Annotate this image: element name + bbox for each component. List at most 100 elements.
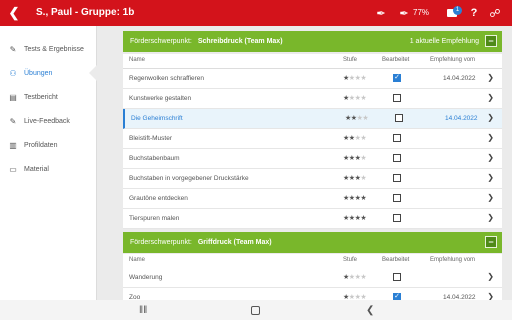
exercise-name: Buchstabenbaum xyxy=(129,155,180,162)
col-level: Stufe xyxy=(343,257,358,263)
exercise-name: Grautöne entdecken xyxy=(129,195,188,202)
system-nav-bar: ‖‖ ❮ xyxy=(0,300,512,320)
exercise-list: Förderschwerpunkt: Schreibdruck (Team Ma… xyxy=(97,26,512,300)
level-stars: ★★★★ xyxy=(343,94,367,102)
level-stars: ★★★★ xyxy=(343,293,367,300)
sidebar-item-tests[interactable]: ✎ Tests & Ergebnisse xyxy=(0,39,97,59)
section-label: Förderschwerpunkt: xyxy=(130,239,192,246)
done-checkbox[interactable]: ✓ xyxy=(393,74,401,82)
table-row[interactable]: Zoo ★★★★ ✓ 14.04.2022 ❯ xyxy=(123,288,502,300)
sidebar-item-label: Live-Feedback xyxy=(24,117,70,125)
col-done: Bearbeitet xyxy=(382,57,410,63)
table-row[interactable]: Grautöne entdecken ★★★★ ❯ xyxy=(123,189,502,209)
table-row[interactable]: Wanderung ★★★★ ❯ xyxy=(123,268,502,288)
star-icon: ★ xyxy=(360,175,367,182)
done-checkbox[interactable] xyxy=(395,114,403,122)
recents-icon: ‖‖ xyxy=(139,304,148,316)
recommendation-count: 1 aktuelle Empfehlung xyxy=(409,38,479,45)
section-header-schreibdruck[interactable]: Förderschwerpunkt: Schreibdruck (Team Ma… xyxy=(123,31,502,52)
link-icon: ☍ xyxy=(489,7,501,20)
done-checkbox[interactable] xyxy=(393,273,401,281)
chevron-right-icon[interactable]: ❯ xyxy=(487,113,494,122)
sidebar-item-profildaten[interactable]: ▥ Profildaten xyxy=(0,135,97,155)
table-row[interactable]: Regenwolken schraffieren ★★★★ ✓ 14.04.2022 ❯ xyxy=(123,69,502,89)
chevron-right-icon[interactable]: ❯ xyxy=(487,153,494,162)
sidebar-item-live-feedback[interactable]: ✎ Live-Feedback xyxy=(0,111,97,131)
back-button[interactable]: ❮ xyxy=(0,0,28,26)
table-row[interactable]: Die Geheimschrift ★★★★ 14.04.2022 ❯ xyxy=(123,109,502,129)
star-icon: ★ xyxy=(360,274,367,281)
pen-tool-button[interactable]: ✒ xyxy=(372,0,390,26)
table-row[interactable]: Tierspuren malen ★★★★ ❯ xyxy=(123,209,502,229)
figure-icon: ⚇ xyxy=(9,68,17,78)
section-header-griffdruck[interactable]: Förderschwerpunkt: Griffdruck (Team Max)… xyxy=(123,232,502,253)
table-header: Name Stufe Bearbeitet Empfehlung vom xyxy=(123,54,502,69)
table-row[interactable]: Bleistift-Muster ★★★★ ❯ xyxy=(123,129,502,149)
section-name: Griffdruck (Team Max) xyxy=(197,239,272,246)
home-button[interactable] xyxy=(251,300,260,320)
messages-button[interactable]: 1 xyxy=(444,0,462,26)
col-name: Name xyxy=(129,257,146,263)
help-button[interactable]: ? xyxy=(466,0,482,26)
done-checkbox[interactable] xyxy=(393,214,401,222)
section-name: Schreibdruck (Team Max) xyxy=(197,38,283,45)
done-checkbox[interactable] xyxy=(393,154,401,162)
collapse-button[interactable]: − xyxy=(485,35,497,47)
star-icon: ★ xyxy=(360,95,367,102)
level-stars: ★★★★ xyxy=(343,194,367,202)
star-icon: ★ xyxy=(362,115,369,122)
chevron-right-icon[interactable]: ❯ xyxy=(487,173,494,182)
exercise-name: Wanderung xyxy=(129,274,163,281)
level-stars: ★★★★ xyxy=(343,154,367,162)
chevron-right-icon[interactable]: ❯ xyxy=(487,292,494,300)
table-row[interactable]: Buchstaben in vorgegebener Druckstärke ★★… xyxy=(123,169,502,189)
chart-icon: ▤ xyxy=(9,92,17,102)
sidebar-item-label: Profildaten xyxy=(24,141,58,149)
col-recommended: Empfehlung vom xyxy=(430,257,476,263)
star-icon: ★ xyxy=(360,135,367,142)
star-icon: ★ xyxy=(360,155,367,162)
exercise-name: Buchstaben in vorgegebener Druckstärke xyxy=(129,175,249,182)
app-header: ❮ S., Paul - Gruppe: 1b ✒ ✒ 77% 1 ? ☍ xyxy=(0,0,512,26)
done-checkbox[interactable] xyxy=(393,94,401,102)
done-checkbox[interactable] xyxy=(393,174,401,182)
table-row[interactable]: Kunstwerke gestalten ★★★★ ❯ xyxy=(123,89,502,109)
sidebar-item-material[interactable]: ▭ Material xyxy=(0,159,97,179)
pen-battery-icon: ✒ xyxy=(399,7,409,20)
section-label: Förderschwerpunkt: xyxy=(130,38,192,45)
collapse-button[interactable]: − xyxy=(485,236,497,248)
done-checkbox[interactable]: ✓ xyxy=(393,293,401,300)
chevron-right-icon[interactable]: ❯ xyxy=(487,133,494,142)
chevron-right-icon[interactable]: ❯ xyxy=(487,73,494,82)
sidebar-item-testbericht[interactable]: ▤ Testbericht xyxy=(0,87,97,107)
recents-button[interactable]: ‖‖ xyxy=(139,300,147,320)
star-icon: ★ xyxy=(360,195,367,202)
table-row[interactable]: Buchstabenbaum ★★★★ ❯ xyxy=(123,149,502,169)
table-header: Name Stufe Bearbeitet Empfehlung vom xyxy=(123,254,502,269)
sidebar-item-label: Material xyxy=(24,165,49,173)
level-stars: ★★★★ xyxy=(343,214,367,222)
pen-icon: ✒ xyxy=(376,7,386,20)
back-icon: ❮ xyxy=(366,304,375,316)
battery-pen-button[interactable]: ✒ xyxy=(396,0,412,26)
sidebar: ✎ Tests & Ergebnisse ⚇ Übungen ▤ Testber… xyxy=(0,26,97,300)
chevron-right-icon[interactable]: ❯ xyxy=(487,272,494,281)
chevron-right-icon[interactable]: ❯ xyxy=(487,193,494,202)
sidebar-item-label: Tests & Ergebnisse xyxy=(24,45,84,53)
star-icon: ★ xyxy=(360,215,367,222)
level-stars: ★★★★ xyxy=(343,134,367,142)
exercise-name: Die Geheimschrift xyxy=(131,115,183,122)
settings-button[interactable]: ☍ xyxy=(487,0,503,26)
chevron-right-icon[interactable]: ❯ xyxy=(487,93,494,102)
system-back-button[interactable]: ❮ xyxy=(366,300,374,320)
done-checkbox[interactable] xyxy=(393,194,401,202)
done-checkbox[interactable] xyxy=(393,134,401,142)
sidebar-item-label: Übungen xyxy=(24,69,53,77)
recommendation-date: 14.04.2022 xyxy=(445,115,478,122)
chevron-right-icon[interactable]: ❯ xyxy=(487,213,494,222)
home-icon xyxy=(251,305,260,315)
recommendation-date: 14.04.2022 xyxy=(443,75,476,82)
chevron-left-icon: ❮ xyxy=(8,5,20,20)
sidebar-item-uebungen[interactable]: ⚇ Übungen xyxy=(0,63,97,83)
level-stars: ★★★★ xyxy=(343,174,367,182)
